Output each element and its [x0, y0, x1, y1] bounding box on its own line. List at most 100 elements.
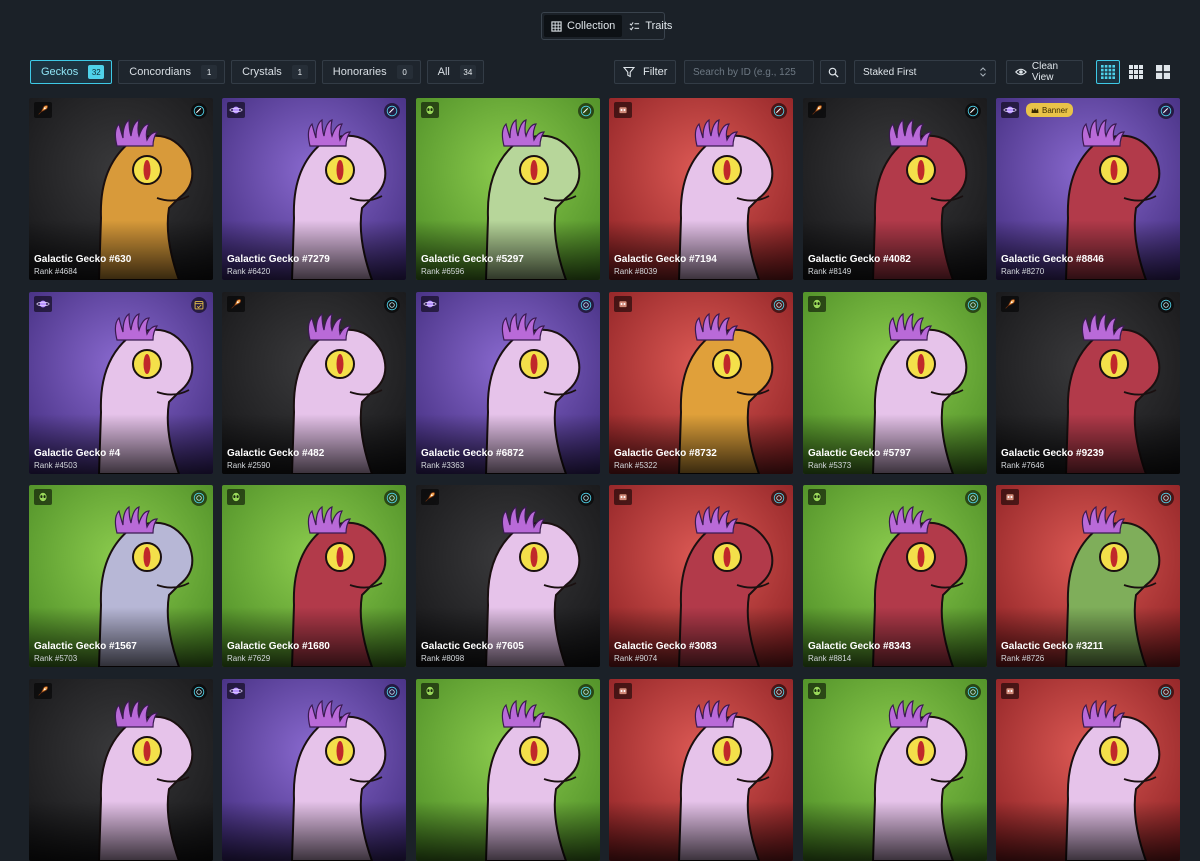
rocket-icon: [231, 298, 242, 309]
alien-icon: [425, 105, 435, 115]
medium-grid-button[interactable]: [1124, 60, 1148, 84]
planet-icon: [229, 105, 243, 115]
gecko-card[interactable]: Galactic Gecko #9239 Rank #7646: [996, 292, 1180, 474]
gecko-card[interactable]: Galactic Gecko #1680 Rank #7629: [222, 485, 406, 667]
gecko-card[interactable]: Galactic Gecko #7279 Rank #6420: [222, 98, 406, 280]
tab-label: Geckos: [41, 66, 79, 78]
category-badge: [1001, 683, 1019, 699]
tab-count: 32: [88, 65, 105, 79]
planet-icon: [423, 299, 437, 309]
alien-icon: [38, 492, 48, 502]
gecko-card[interactable]: [996, 679, 1180, 861]
tab-all[interactable]: All 34: [426, 60, 484, 84]
card-shade: [222, 801, 406, 861]
category-badge: [227, 683, 245, 699]
status-badge: [578, 490, 594, 506]
gecko-card[interactable]: Galactic Gecko #3083 Rank #9074: [609, 485, 793, 667]
gecko-name: Galactic Gecko #3211: [1001, 641, 1104, 652]
gecko-card[interactable]: Galactic Gecko #1567 Rank #5703: [29, 485, 213, 667]
gecko-card[interactable]: Galactic Gecko #7605 Rank #8098: [416, 485, 600, 667]
gecko-card[interactable]: Galactic Gecko #4 Rank #4503: [29, 292, 213, 474]
gecko-name: Galactic Gecko #9239: [1001, 448, 1104, 459]
small-grid-button[interactable]: [1096, 60, 1120, 84]
sort-select[interactable]: Staked First: [854, 60, 996, 84]
tab-label: Crystals: [242, 66, 282, 78]
tab-honoraries[interactable]: Honoraries 0: [321, 60, 421, 84]
gecko-rank: Rank #2590: [227, 461, 271, 470]
filter-button[interactable]: Filter: [614, 60, 676, 84]
gecko-card[interactable]: Galactic Gecko #3211 Rank #8726: [996, 485, 1180, 667]
gecko-name: Galactic Gecko #1567: [34, 641, 137, 652]
gecko-card[interactable]: Galactic Gecko #6872 Rank #3363: [416, 292, 600, 474]
gecko-card[interactable]: Galactic Gecko #4082 Rank #8149: [803, 98, 987, 280]
tab-label: All: [437, 66, 450, 78]
gecko-card[interactable]: [416, 679, 600, 861]
rocket-icon: [38, 104, 49, 115]
alien-icon: [231, 492, 241, 502]
robot-icon: [618, 298, 628, 308]
gecko-card[interactable]: Banner Galactic Gecko #8846 Rank #8270: [996, 98, 1180, 280]
status-badge: [771, 490, 787, 506]
status-badge: [965, 490, 981, 506]
gecko-card[interactable]: Galactic Gecko #8732 Rank #5322: [609, 292, 793, 474]
gecko-name: Galactic Gecko #8343: [808, 641, 911, 652]
tab-count: 1: [201, 65, 218, 79]
traits-tab[interactable]: Traits: [622, 15, 679, 37]
staked-icon: [773, 492, 785, 504]
gecko-card[interactable]: Galactic Gecko #5297 Rank #6596: [416, 98, 600, 280]
alien-icon: [812, 299, 822, 309]
category-badge: [421, 683, 439, 699]
category-badge: [614, 296, 632, 312]
grid-4x4-icon: [1101, 65, 1115, 79]
planet-icon: [1003, 105, 1017, 115]
gecko-card[interactable]: [222, 679, 406, 861]
gecko-rank: Rank #6420: [227, 267, 271, 276]
robot-icon: [618, 491, 628, 501]
robot-icon: [618, 685, 628, 695]
staked-icon: [773, 299, 785, 311]
status-badge: [1158, 103, 1174, 119]
category-badge: [614, 102, 632, 118]
tab-geckos[interactable]: Geckos 32: [30, 60, 113, 84]
tab-crystals[interactable]: Crystals 1: [231, 60, 316, 84]
gecko-card[interactable]: Galactic Gecko #7194 Rank #8039: [609, 98, 793, 280]
gecko-rank: Rank #3363: [421, 461, 465, 470]
planet-icon: [229, 686, 243, 696]
rocket-icon: [38, 685, 49, 696]
gecko-name: Galactic Gecko #630: [34, 254, 132, 265]
category-badge: [34, 296, 52, 312]
collection-label: Collection: [567, 20, 616, 32]
search-button[interactable]: [820, 60, 846, 84]
large-grid-button[interactable]: [1151, 60, 1175, 84]
category-badge: [808, 102, 826, 118]
gecko-card[interactable]: Galactic Gecko #630 Rank #4684: [29, 98, 213, 280]
gecko-name: Galactic Gecko #8846: [1001, 254, 1104, 265]
staked-icon: [1160, 492, 1172, 504]
gecko-card[interactable]: Galactic Gecko #5797 Rank #5373: [803, 292, 987, 474]
gecko-card[interactable]: [29, 679, 213, 861]
category-badge: [808, 683, 826, 699]
gecko-name: Galactic Gecko #7605: [421, 641, 524, 652]
status-badge: [384, 490, 400, 506]
gecko-name: Galactic Gecko #4082: [808, 254, 911, 265]
collection-tab[interactable]: Collection: [544, 15, 623, 37]
traits-label: Traits: [645, 20, 673, 32]
gecko-card[interactable]: Galactic Gecko #482 Rank #2590: [222, 292, 406, 474]
funnel-icon: [623, 66, 635, 78]
clean-view-button[interactable]: Clean View: [1006, 60, 1083, 84]
rocket-icon: [425, 491, 436, 502]
gecko-card[interactable]: Galactic Gecko #8343 Rank #8814: [803, 485, 987, 667]
gecko-rank: Rank #8098: [421, 654, 465, 663]
gecko-name: Galactic Gecko #1680: [227, 641, 330, 652]
gecko-card[interactable]: [609, 679, 793, 861]
category-badge: [421, 102, 439, 118]
gecko-card[interactable]: [803, 679, 987, 861]
tab-concordians[interactable]: Concordians 1: [118, 60, 226, 84]
status-badge: [578, 297, 594, 313]
view-toggle: Collection Traits: [541, 12, 672, 40]
search-input[interactable]: [684, 60, 814, 84]
category-badge: [421, 489, 439, 505]
clean-view-label: Clean View: [1031, 61, 1059, 83]
category-badge: [1001, 296, 1019, 312]
gecko-rank: Rank #9074: [614, 654, 658, 663]
